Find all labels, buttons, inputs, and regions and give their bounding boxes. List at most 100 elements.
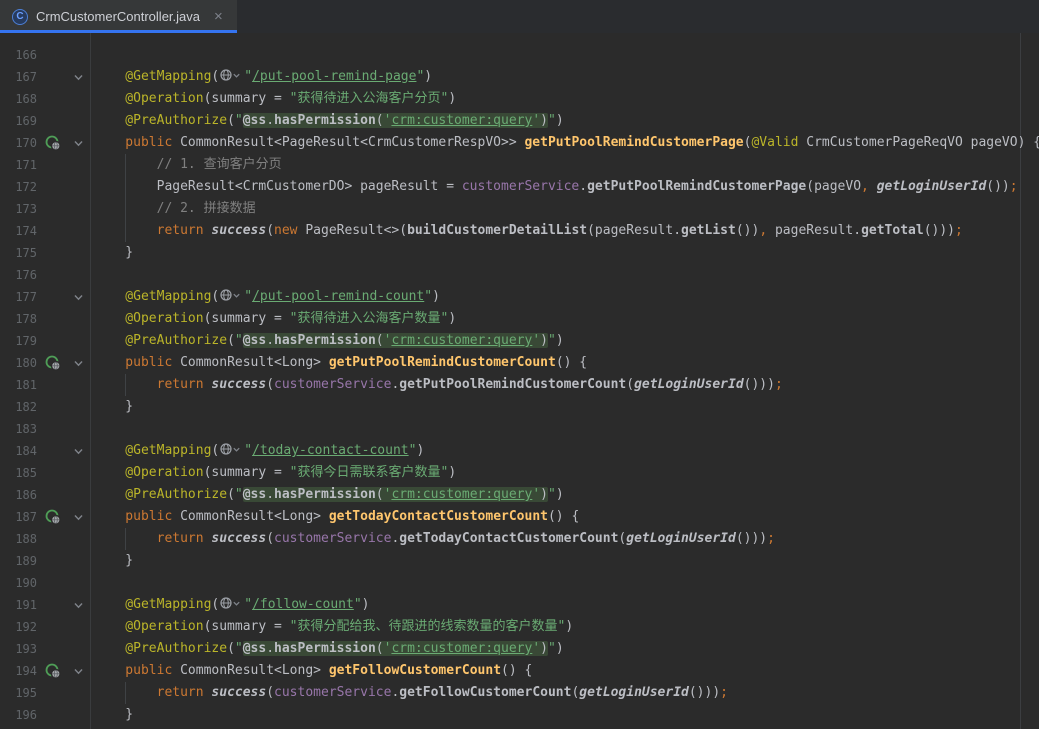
code-token: // 2. 拼接数据 bbox=[94, 201, 256, 216]
code-token: "获得待进入公海客户数量" bbox=[290, 311, 449, 326]
code-line[interactable]: 172 PageResult<CrmCustomerDO> pageResult… bbox=[0, 176, 1039, 198]
code-token: ( bbox=[626, 377, 634, 392]
chevron-down-icon[interactable] bbox=[70, 69, 86, 85]
line-number[interactable]: 174 bbox=[0, 220, 37, 242]
line-number[interactable]: 188 bbox=[0, 528, 37, 550]
code-line[interactable]: 182 } bbox=[0, 396, 1039, 418]
line-number[interactable]: 186 bbox=[0, 484, 37, 506]
code-token: hasPermission bbox=[274, 487, 376, 502]
tab-crmcustomercontroller[interactable]: C CrmCustomerController.java × bbox=[0, 0, 237, 33]
line-number[interactable]: 193 bbox=[0, 638, 37, 660]
code-line[interactable]: 166 bbox=[0, 44, 1039, 66]
code-token: public bbox=[94, 509, 172, 524]
line-number[interactable]: 172 bbox=[0, 176, 37, 198]
spring-endpoint-globe-icon[interactable] bbox=[45, 355, 61, 371]
code-token: ) bbox=[540, 333, 548, 348]
code-line[interactable]: 189 } bbox=[0, 550, 1039, 572]
code-token: PageResult<>( bbox=[298, 223, 408, 238]
line-number[interactable]: 187 bbox=[0, 506, 37, 528]
code-line[interactable]: 187 public CommonResult<Long> getTodayCo… bbox=[0, 506, 1039, 528]
code-text: } bbox=[94, 396, 1039, 418]
line-number[interactable]: 170 bbox=[0, 132, 37, 154]
globe-with-chevron-icon[interactable] bbox=[220, 597, 241, 609]
line-number[interactable]: 177 bbox=[0, 286, 37, 308]
code-line[interactable]: 176 bbox=[0, 264, 1039, 286]
line-number[interactable]: 192 bbox=[0, 616, 37, 638]
code-token: hasPermission bbox=[274, 113, 376, 128]
code-line[interactable]: 173 // 2. 拼接数据 bbox=[0, 198, 1039, 220]
code-token: success bbox=[211, 377, 266, 392]
code-line[interactable]: 194 public CommonResult<Long> getFollowC… bbox=[0, 660, 1039, 682]
code-text: @GetMapping("/follow-count") bbox=[94, 594, 1039, 616]
code-editor[interactable]: 166167 @GetMapping("/put-pool-remind-pag… bbox=[0, 33, 1039, 729]
code-token: /today-contact-count bbox=[252, 443, 409, 458]
code-line[interactable]: 179 @PreAuthorize("@ss.hasPermission('cr… bbox=[0, 330, 1039, 352]
code-line[interactable]: 183 bbox=[0, 418, 1039, 440]
chevron-down-icon[interactable] bbox=[70, 135, 86, 151]
chevron-down-icon[interactable] bbox=[70, 443, 86, 459]
close-icon[interactable]: × bbox=[214, 9, 223, 24]
code-line[interactable]: 184 @GetMapping("/today-contact-count") bbox=[0, 440, 1039, 462]
code-line[interactable]: 186 @PreAuthorize("@ss.hasPermission('cr… bbox=[0, 484, 1039, 506]
code-token: ( bbox=[376, 113, 384, 128]
chevron-down-icon[interactable] bbox=[70, 597, 86, 613]
code-line[interactable]: 175 } bbox=[0, 242, 1039, 264]
chevron-down-icon[interactable] bbox=[70, 509, 86, 525]
code-line[interactable]: 168 @Operation(summary = "获得待进入公海客户分页") bbox=[0, 88, 1039, 110]
chevron-down-icon[interactable] bbox=[70, 663, 86, 679]
line-number[interactable]: 189 bbox=[0, 550, 37, 572]
line-number[interactable]: 178 bbox=[0, 308, 37, 330]
globe-with-chevron-icon[interactable] bbox=[220, 289, 241, 301]
code-line[interactable]: 196 } bbox=[0, 704, 1039, 726]
line-number[interactable]: 167 bbox=[0, 66, 37, 88]
line-number[interactable]: 184 bbox=[0, 440, 37, 462]
line-number[interactable]: 183 bbox=[0, 418, 37, 440]
code-line[interactable]: 191 @GetMapping("/follow-count") bbox=[0, 594, 1039, 616]
line-number[interactable]: 185 bbox=[0, 462, 37, 484]
code-line[interactable]: 170 public CommonResult<PageResult<CrmCu… bbox=[0, 132, 1039, 154]
spring-endpoint-globe-icon[interactable] bbox=[45, 663, 61, 679]
line-number[interactable]: 182 bbox=[0, 396, 37, 418]
line-number[interactable]: 169 bbox=[0, 110, 37, 132]
line-number[interactable]: 194 bbox=[0, 660, 37, 682]
globe-with-chevron-icon[interactable] bbox=[220, 443, 241, 455]
line-number[interactable]: 176 bbox=[0, 264, 37, 286]
line-number[interactable]: 195 bbox=[0, 682, 37, 704]
code-line[interactable]: 193 @PreAuthorize("@ss.hasPermission('cr… bbox=[0, 638, 1039, 660]
line-number[interactable]: 166 bbox=[0, 44, 37, 66]
line-number[interactable]: 175 bbox=[0, 242, 37, 264]
code-line[interactable]: 171 // 1. 查询客户分页 bbox=[0, 154, 1039, 176]
code-line[interactable]: 181 return success(customerService.getPu… bbox=[0, 374, 1039, 396]
code-line[interactable]: 188 return success(customerService.getTo… bbox=[0, 528, 1039, 550]
spring-endpoint-globe-icon[interactable] bbox=[45, 509, 61, 525]
globe-with-chevron-icon[interactable] bbox=[220, 69, 241, 81]
code-token: CommonResult<PageResult<CrmCustomerRespV… bbox=[172, 135, 524, 150]
code-line[interactable]: 185 @Operation(summary = "获得今日需联系客户数量") bbox=[0, 462, 1039, 484]
chevron-down-icon[interactable] bbox=[70, 289, 86, 305]
code-line[interactable]: 177 @GetMapping("/put-pool-remind-count"… bbox=[0, 286, 1039, 308]
line-number[interactable]: 180 bbox=[0, 352, 37, 374]
line-number[interactable]: 171 bbox=[0, 154, 37, 176]
line-number[interactable]: 196 bbox=[0, 704, 37, 726]
code-line[interactable]: 180 public CommonResult<Long> getPutPool… bbox=[0, 352, 1039, 374]
code-token: @ss bbox=[243, 113, 266, 128]
line-number[interactable]: 181 bbox=[0, 374, 37, 396]
line-number[interactable]: 168 bbox=[0, 88, 37, 110]
code-line[interactable]: 178 @Operation(summary = "获得待进入公海客户数量") bbox=[0, 308, 1039, 330]
chevron-down-icon[interactable] bbox=[70, 355, 86, 371]
line-number[interactable]: 173 bbox=[0, 198, 37, 220]
code-line[interactable]: 169 @PreAuthorize("@ss.hasPermission('cr… bbox=[0, 110, 1039, 132]
code-token: ())) bbox=[924, 223, 955, 238]
code-line[interactable]: 192 @Operation(summary = "获得分配给我、待跟进的线索数… bbox=[0, 616, 1039, 638]
line-number[interactable]: 191 bbox=[0, 594, 37, 616]
code-token: ())) bbox=[744, 377, 775, 392]
code-line[interactable]: 167 @GetMapping("/put-pool-remind-page") bbox=[0, 66, 1039, 88]
code-token: crm:customer:query bbox=[391, 113, 532, 128]
spring-endpoint-globe-icon[interactable] bbox=[45, 135, 61, 151]
line-number[interactable]: 179 bbox=[0, 330, 37, 352]
code-line[interactable]: 174 return success(new PageResult<>(buil… bbox=[0, 220, 1039, 242]
line-number[interactable]: 190 bbox=[0, 572, 37, 594]
code-line[interactable]: 195 return success(customerService.getFo… bbox=[0, 682, 1039, 704]
code-token: ) bbox=[448, 311, 456, 326]
code-line[interactable]: 190 bbox=[0, 572, 1039, 594]
